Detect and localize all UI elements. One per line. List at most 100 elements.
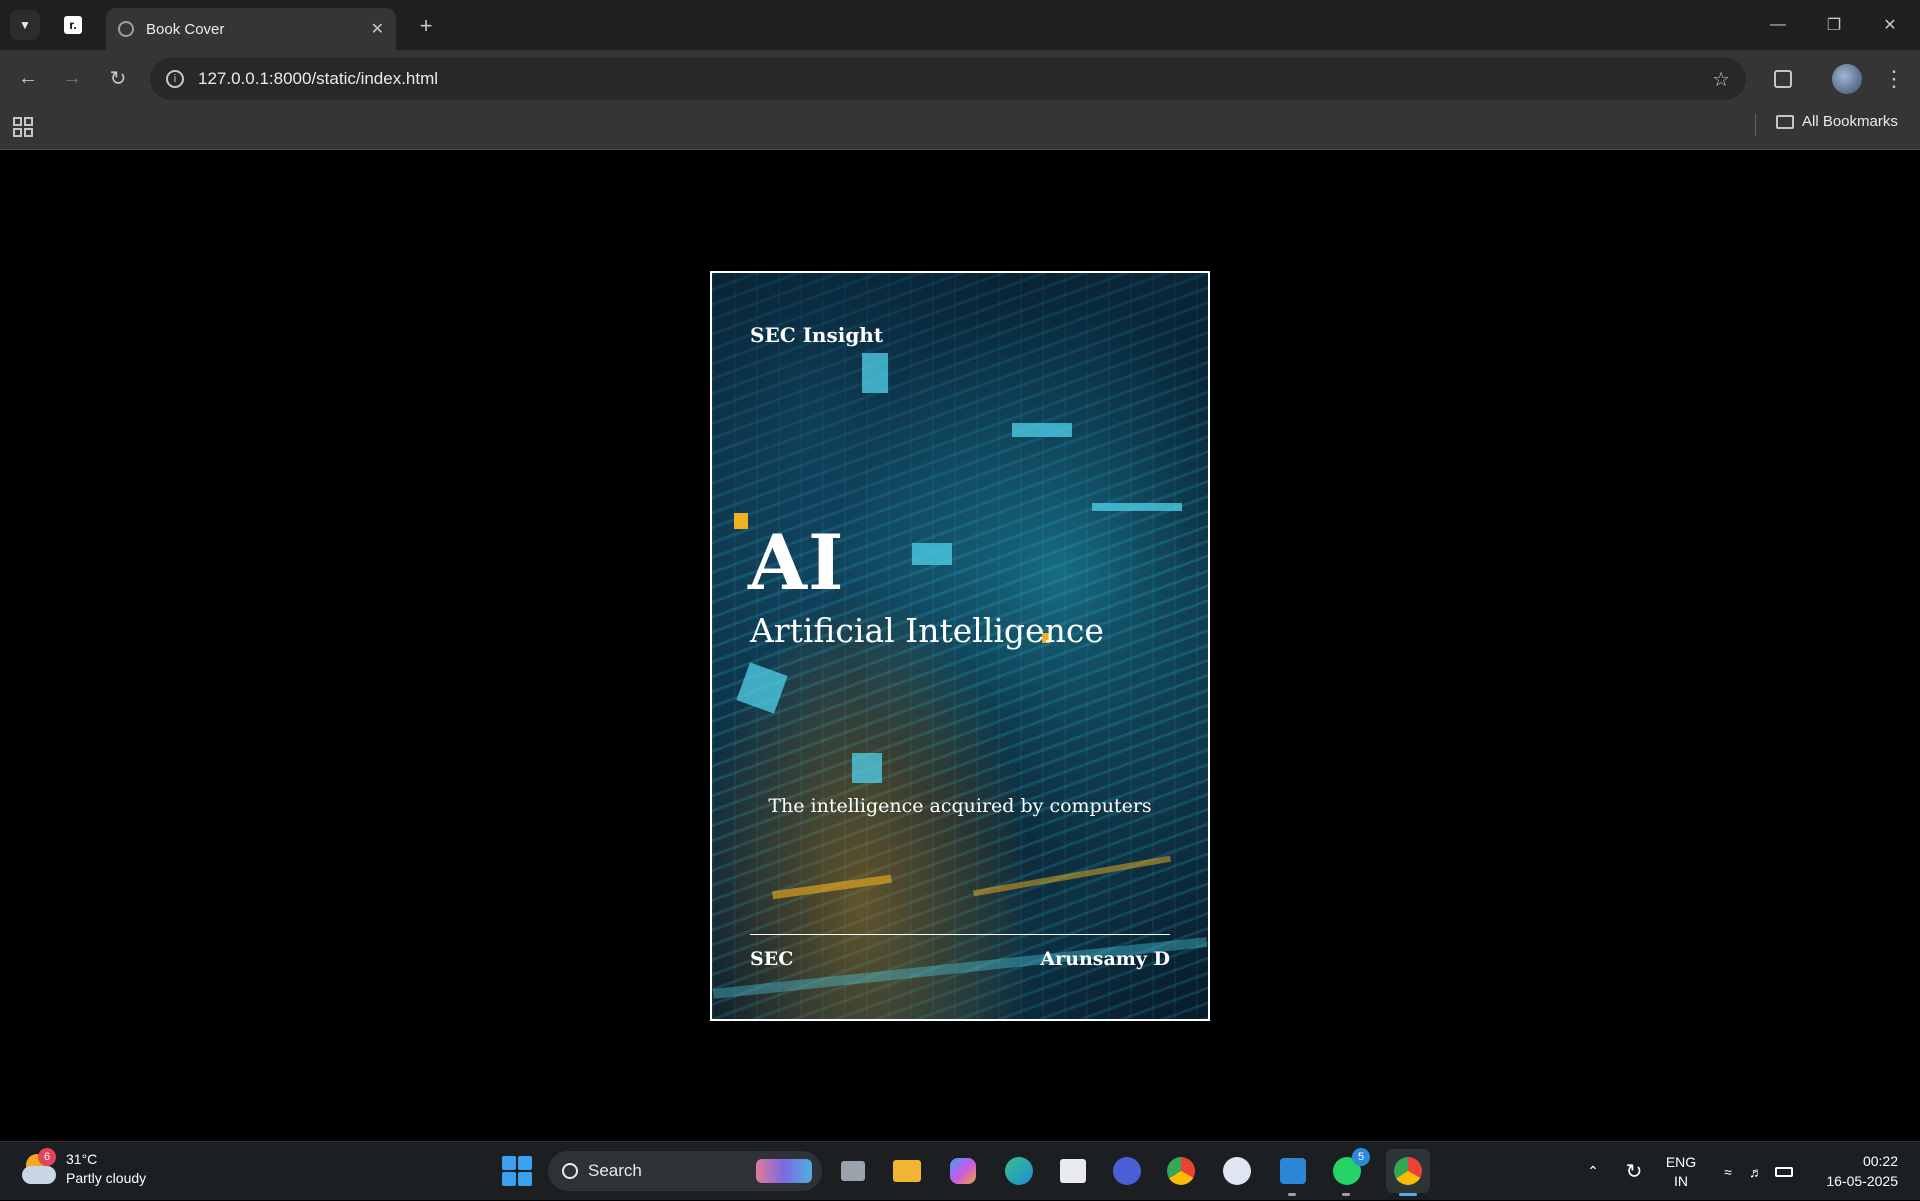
restore-icon: ❐ bbox=[1826, 17, 1842, 34]
windows-logo-icon bbox=[518, 1172, 532, 1186]
copilot-button[interactable] bbox=[946, 1154, 980, 1188]
chrome-profile-button[interactable] bbox=[1386, 1149, 1430, 1196]
search-highlight-art bbox=[756, 1159, 812, 1183]
browser-menu-button[interactable]: ⋮ bbox=[1880, 62, 1908, 96]
reload-icon: ↻ bbox=[109, 67, 127, 90]
cover-art-accent bbox=[772, 874, 892, 900]
running-indicator bbox=[1342, 1193, 1350, 1196]
cover-tagline: The intelligence acquired by computers bbox=[768, 795, 1152, 817]
profile-avatar[interactable] bbox=[1832, 64, 1862, 94]
weather-widget[interactable]: 6 31°C Partly cloudy bbox=[22, 1148, 147, 1188]
task-view-icon bbox=[841, 1161, 865, 1181]
book-cover: SEC Insight AI Artificial Intelligence T… bbox=[710, 271, 1210, 1021]
extensions-button[interactable] bbox=[1766, 62, 1800, 96]
weather-description: Partly cloudy bbox=[66, 1170, 147, 1186]
start-button[interactable] bbox=[502, 1156, 532, 1186]
copilot-icon bbox=[950, 1158, 976, 1184]
minimize-button[interactable]: — bbox=[1758, 10, 1798, 40]
edge-button[interactable] bbox=[1002, 1154, 1036, 1188]
triangle-logo-icon bbox=[1113, 1157, 1141, 1185]
site-favicon-icon: r. bbox=[64, 16, 82, 34]
chrome-button[interactable] bbox=[1164, 1154, 1198, 1188]
show-hidden-icons-button[interactable]: ⌃ bbox=[1580, 1142, 1606, 1201]
bookmarks-bar bbox=[0, 108, 1920, 150]
weather-badge: 6 bbox=[38, 1148, 56, 1166]
tab-search-button[interactable]: ▼ bbox=[10, 10, 40, 40]
windows-logo-icon bbox=[518, 1156, 532, 1170]
more-vert-icon: ⋮ bbox=[1883, 66, 1905, 91]
forward-button[interactable]: → bbox=[56, 62, 88, 94]
all-bookmarks-button[interactable]: All Bookmarks bbox=[1776, 113, 1898, 130]
cover-publisher: SEC bbox=[750, 948, 794, 970]
whatsapp-button[interactable]: 5 bbox=[1330, 1148, 1370, 1196]
speaker-icon: ♬ bbox=[1749, 1163, 1763, 1180]
cloud-shape bbox=[22, 1166, 56, 1184]
windows-logo-icon bbox=[502, 1172, 516, 1186]
store-icon bbox=[1060, 1159, 1086, 1183]
wifi-icon: ≈ bbox=[1724, 1163, 1732, 1180]
taskbar-search[interactable]: Search bbox=[548, 1151, 822, 1191]
pinned-tab[interactable]: r. bbox=[60, 12, 86, 38]
address-bar[interactable]: i 127.0.0.1:8000/static/index.html ☆ bbox=[150, 58, 1746, 100]
app-store-icon bbox=[1223, 1157, 1251, 1185]
cover-art-chip bbox=[852, 753, 882, 783]
vscode-button[interactable] bbox=[1276, 1154, 1310, 1196]
active-indicator bbox=[1399, 1193, 1417, 1196]
tab-book-cover[interactable]: Book Cover ✕ bbox=[106, 8, 396, 50]
windows-logo-icon bbox=[502, 1156, 516, 1170]
clock-date: 16-05-2025 bbox=[1826, 1173, 1898, 1189]
partly-cloudy-icon: 6 bbox=[22, 1148, 56, 1186]
windows-taskbar: 6 31°C Partly cloudy Search 5 ⌃ ↻ ENG IN… bbox=[0, 1141, 1920, 1200]
reload-button[interactable]: ↻ bbox=[102, 62, 134, 94]
vscode-icon bbox=[1280, 1158, 1306, 1184]
task-view-button[interactable] bbox=[836, 1154, 870, 1188]
back-button[interactable]: ← bbox=[12, 62, 44, 94]
sync-status-button[interactable]: ↻ bbox=[1620, 1142, 1648, 1201]
whatsapp-badge: 5 bbox=[1352, 1148, 1370, 1166]
site-info-icon[interactable]: i bbox=[166, 70, 184, 88]
running-indicator bbox=[1288, 1193, 1296, 1196]
chrome-icon bbox=[1394, 1157, 1422, 1185]
battery-icon bbox=[1775, 1166, 1793, 1177]
cover-art-chip bbox=[1092, 503, 1182, 511]
app-a-button[interactable] bbox=[1110, 1154, 1144, 1188]
cover-art-accent bbox=[972, 855, 1172, 897]
app-store-button[interactable] bbox=[1220, 1154, 1254, 1188]
cover-art-chip bbox=[862, 353, 888, 393]
battery-button[interactable] bbox=[1772, 1142, 1796, 1201]
search-label: Search bbox=[588, 1161, 642, 1180]
cover-author: Arunsamy D bbox=[1040, 948, 1170, 970]
folder-icon bbox=[893, 1160, 921, 1182]
weather-temperature: 31°C bbox=[66, 1151, 98, 1167]
apps-grid-icon[interactable] bbox=[12, 116, 34, 143]
bookmark-star-icon[interactable]: ☆ bbox=[1712, 67, 1730, 92]
folder-icon bbox=[1776, 114, 1794, 129]
cover-art-chip bbox=[1012, 423, 1072, 437]
cover-art-chip bbox=[736, 662, 788, 714]
arrow-right-icon: → bbox=[62, 66, 82, 89]
cover-divider bbox=[750, 934, 1170, 935]
minimize-icon: — bbox=[1770, 16, 1786, 33]
new-tab-button[interactable]: + bbox=[412, 12, 440, 40]
language-secondary: IN bbox=[1674, 1172, 1688, 1189]
globe-icon bbox=[118, 21, 134, 37]
file-explorer-button[interactable] bbox=[890, 1154, 924, 1188]
close-tab-icon[interactable]: ✕ bbox=[371, 19, 384, 39]
cover-title: Artificial Intelligence bbox=[750, 611, 1104, 650]
language-indicator[interactable]: ENG IN bbox=[1660, 1142, 1702, 1201]
restore-button[interactable]: ❐ bbox=[1814, 10, 1854, 40]
cover-short-title: AI bbox=[748, 518, 845, 607]
edge-icon bbox=[1005, 1157, 1033, 1185]
store-button[interactable] bbox=[1056, 1154, 1090, 1188]
language-primary: ENG bbox=[1665, 1153, 1697, 1170]
cover-art-accent bbox=[734, 513, 748, 529]
network-button[interactable]: ≈ bbox=[1716, 1142, 1740, 1201]
cover-art-chip bbox=[912, 543, 952, 565]
volume-button[interactable]: ♬ bbox=[1744, 1142, 1768, 1201]
clock[interactable]: 00:22 16-05-2025 bbox=[1826, 1151, 1898, 1191]
search-icon bbox=[562, 1163, 578, 1179]
browser-title-bar: ▼ r. Book Cover ✕ + — ❐ ✕ bbox=[0, 0, 1920, 50]
url-text: 127.0.0.1:8000/static/index.html bbox=[198, 69, 439, 88]
clock-time: 00:22 bbox=[1862, 1153, 1898, 1169]
close-window-button[interactable]: ✕ bbox=[1870, 10, 1910, 40]
